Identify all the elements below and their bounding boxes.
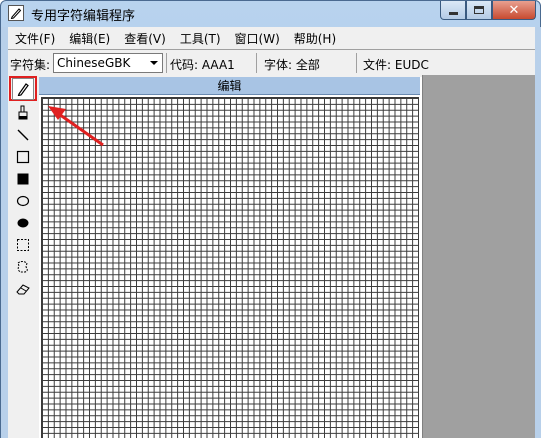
pencil-icon [17, 83, 29, 96]
edit-panel-header: 编辑 [39, 77, 420, 95]
rect-select-icon [17, 239, 29, 251]
filled-ellipse-tool[interactable] [12, 212, 34, 234]
freeform-select-tool[interactable] [12, 256, 34, 278]
title-bar[interactable]: 专用字符编辑程序 ✕ [1, 1, 540, 27]
info-bar: 字符集: ChineseGBK 代码: AAA1 字体: 全部 文件: EUDC [8, 51, 535, 75]
chevron-down-icon[interactable] [146, 54, 162, 72]
minimize-button[interactable] [440, 1, 466, 20]
charset-label: 字符集: [10, 58, 51, 72]
divider [166, 53, 167, 73]
eraser-icon [16, 284, 30, 295]
window-controls: ✕ [440, 1, 536, 21]
maximize-button[interactable] [466, 1, 492, 20]
rect-select-tool[interactable] [12, 234, 34, 256]
hollow-ellipse-icon [16, 195, 30, 207]
close-button[interactable]: ✕ [492, 1, 536, 20]
eraser-tool[interactable] [12, 278, 34, 300]
file-label: 文件: EUDC [363, 58, 429, 72]
menu-divider [8, 49, 535, 50]
tool-palette [8, 75, 38, 438]
menu-edit[interactable]: 编辑(E) [62, 30, 110, 47]
filled-rectangle-icon [17, 173, 29, 185]
menu-tools[interactable]: 工具(T) [173, 30, 221, 47]
pixel-grid[interactable] [41, 97, 419, 438]
minimize-icon [448, 11, 458, 15]
divider [356, 53, 357, 73]
pencil-tool[interactable] [12, 78, 34, 100]
charset-select[interactable]: ChineseGBK [53, 53, 163, 73]
maximize-icon [474, 6, 484, 14]
client-area: 文件(F) 编辑(E) 查看(V) 工具(T) 窗口(W) 帮助(H) 字符集:… [8, 27, 535, 438]
edit-panel: 编辑 [39, 77, 422, 438]
code-label: 代码: AAA1 [170, 58, 235, 72]
window-border-right [535, 27, 541, 438]
mdi-background [422, 75, 535, 438]
app-window: 专用字符编辑程序 ✕ 文件(F) 编辑(E) 查看(V) 工具(T) 窗口(W)… [0, 0, 541, 438]
menu-window[interactable]: 窗口(W) [228, 30, 280, 47]
charset-value: ChineseGBK [57, 56, 131, 70]
font-label: 字体: 全部 [264, 58, 320, 72]
menu-file[interactable]: 文件(F) [8, 30, 55, 47]
menu-view[interactable]: 查看(V) [117, 30, 166, 47]
menu-bar: 文件(F) 编辑(E) 查看(V) 工具(T) 窗口(W) 帮助(H) [8, 27, 535, 49]
hollow-rectangle-icon [16, 150, 30, 164]
line-tool[interactable] [12, 124, 34, 146]
app-icon[interactable] [8, 5, 24, 21]
close-icon: ✕ [508, 2, 520, 18]
filled-ellipse-icon [17, 218, 29, 228]
brush-icon [18, 105, 28, 120]
filled-rectangle-tool[interactable] [12, 168, 34, 190]
divider [256, 53, 257, 73]
brush-tool[interactable] [12, 102, 34, 124]
hollow-rectangle-tool[interactable] [12, 146, 34, 168]
line-icon [17, 129, 29, 141]
window-title: 专用字符编辑程序 [31, 9, 136, 24]
window-border-left [1, 27, 8, 438]
freeform-select-icon [17, 261, 28, 273]
hollow-ellipse-tool[interactable] [12, 190, 34, 212]
menu-help[interactable]: 帮助(H) [287, 30, 336, 47]
